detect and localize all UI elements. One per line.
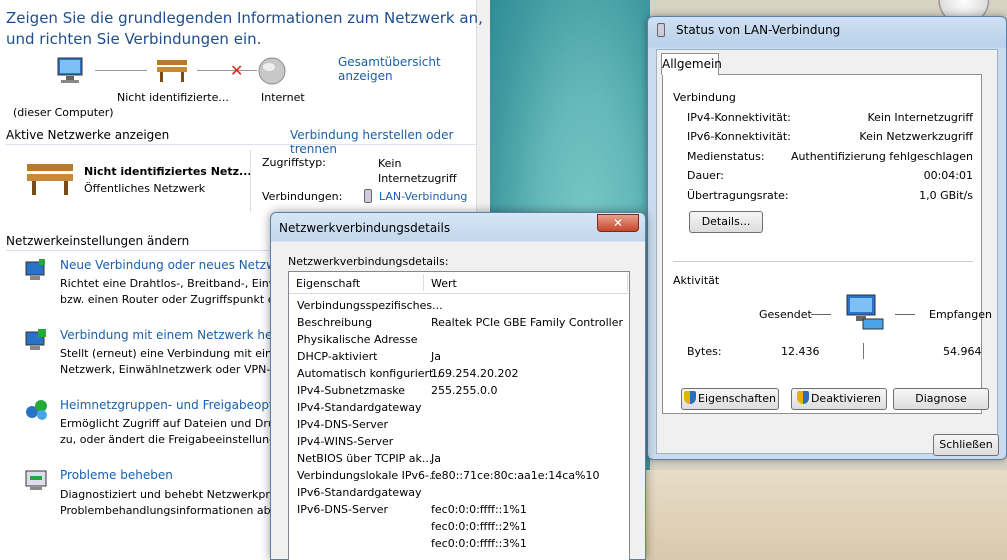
- computer-label: (dieser Computer): [13, 106, 114, 119]
- bytes-label: Bytes:: [687, 345, 722, 358]
- bench-icon: [155, 56, 189, 84]
- table-row[interactable]: IPv6-Standardgateway: [289, 486, 629, 503]
- window-title: Status von LAN-Verbindung: [676, 23, 841, 37]
- task-title[interactable]: Probleme beheben: [60, 468, 173, 482]
- wallpaper-sand: [640, 470, 1007, 560]
- troubleshoot-icon: [24, 468, 50, 492]
- globe-icon: [257, 56, 287, 86]
- received-dash: [895, 314, 915, 315]
- table-row[interactable]: DHCP-aktiviert Ja: [289, 350, 629, 367]
- network-type-link[interactable]: Öffentliches Netzwerk: [84, 182, 205, 195]
- vertical-divider: [250, 150, 251, 212]
- table-row[interactable]: IPv4-WINS-Server: [289, 435, 629, 452]
- close-icon[interactable]: ✕: [597, 214, 639, 232]
- task-desc: Ermöglicht Zugriff auf Dateien und Dru: [60, 417, 275, 430]
- task-desc: Stellt (erneut) eine Verbindung mit eine: [60, 347, 279, 360]
- change-settings-header: Netzwerkeinstellungen ändern: [6, 234, 190, 248]
- received-label: Empfangen: [929, 308, 992, 321]
- properties-label: Eigenschaften: [698, 392, 776, 405]
- lan-plug-icon: [364, 189, 372, 203]
- details-button[interactable]: Details...: [689, 211, 763, 233]
- network-activity-icon: [841, 293, 885, 335]
- network-map-label: Nicht identifizierte...: [117, 91, 229, 104]
- task-desc: zu, oder ändert die Freigabeeinstellunge: [60, 433, 283, 446]
- tab-allgemein[interactable]: Allgemein: [661, 53, 722, 75]
- divider: [6, 144, 476, 145]
- details-label: Netzwerkverbindungsdetails:: [288, 255, 449, 268]
- task-desc: bzw. einen Router oder Zugriffspunkt ei: [60, 293, 278, 306]
- internet-label: Internet: [261, 91, 305, 104]
- window-lan-icon: [657, 23, 665, 37]
- task-desc: Problembehandlungsinformationen ab.: [60, 504, 275, 517]
- task-title[interactable]: Verbindung mit einem Netzwerk herste: [60, 328, 296, 342]
- connection-details-dialog: Netzwerkverbindungsdetails ✕ Netzwerkver…: [270, 212, 646, 560]
- list-header: Eigenschaft Wert: [289, 272, 629, 294]
- table-row[interactable]: Verbindungsspezifisches...: [289, 299, 629, 316]
- diagnose-button[interactable]: Diagnose: [893, 388, 989, 410]
- details-listview[interactable]: Eigenschaft Wert Verbindungsspezifisches…: [288, 271, 630, 560]
- table-row[interactable]: IPv4-Standardgateway: [289, 401, 629, 418]
- page-title: Zeigen Sie die grundlegenden Information…: [6, 9, 483, 48]
- table-row[interactable]: NetBIOS über TCPIP ak... Ja: [289, 452, 629, 469]
- column-header-property[interactable]: Eigenschaft: [296, 277, 360, 290]
- task-desc: Diagnostiziert und behebt Netzwerkpro: [60, 488, 277, 501]
- column-divider: [627, 274, 628, 291]
- table-row[interactable]: Automatisch konfiguriert... 169.254.20.20…: [289, 367, 629, 384]
- sent-label: Gesendet: [759, 308, 812, 321]
- bytes-divider: [863, 343, 864, 359]
- connection-section-header: Verbindung: [673, 91, 736, 104]
- task-desc: Richtet eine Drahtlos-, Breitband-, Einw…: [60, 277, 285, 290]
- deactivate-button[interactable]: Deaktivieren: [791, 388, 887, 410]
- section-divider: [673, 261, 973, 262]
- table-row[interactable]: fec0:0:0:ffff::2%1: [289, 520, 629, 537]
- bytes-sent: 12.436: [781, 345, 820, 358]
- column-divider: [423, 274, 424, 291]
- table-row[interactable]: Beschreibung Realtek PCIe GBE Family Cont…: [289, 316, 629, 333]
- deactivate-label: Deaktivieren: [810, 392, 882, 405]
- table-row[interactable]: IPv6-DNS-Server fec0:0:0:ffff::1%1: [289, 503, 629, 520]
- lan-connection-link[interactable]: LAN-Verbindung: [379, 190, 467, 203]
- access-type-value: Kein Internetzugriff: [378, 157, 457, 185]
- computer-icon: [55, 56, 85, 84]
- tab-panel: Verbindung IPv4-Konnektivität: Kein Inter…: [662, 74, 992, 414]
- network-bench-icon: [25, 158, 75, 198]
- bytes-received: 54.964: [943, 345, 982, 358]
- table-row[interactable]: Physikalische Adresse: [289, 333, 629, 350]
- close-button[interactable]: Schließen: [933, 434, 999, 456]
- connections-label: Verbindungen:: [262, 190, 343, 203]
- map-link-line-broken: [197, 70, 257, 71]
- new-connection-icon: [24, 258, 50, 282]
- dialog-title: Netzwerkverbindungsdetails: [279, 221, 451, 235]
- connect-disconnect-link[interactable]: Verbindung herstellen oder trennen: [290, 128, 490, 156]
- task-desc: Netzwerk, Einwählnetzwerk oder VPN-N: [60, 363, 279, 376]
- uac-shield-icon: [796, 391, 809, 404]
- connect-network-icon: [24, 328, 50, 352]
- activity-section-header: Aktivität: [673, 274, 720, 287]
- error-x-icon: ✕: [230, 61, 244, 80]
- column-header-value[interactable]: Wert: [431, 277, 457, 290]
- network-name: Nicht identifiziertes Netz...: [84, 165, 252, 178]
- uac-shield-icon: [684, 391, 697, 404]
- access-type-label: Zugriffstyp:: [262, 156, 326, 169]
- task-title[interactable]: Heimnetzgruppen- und Freigabeoption: [60, 398, 292, 412]
- table-row[interactable]: Verbindungslokale IPv6-... fe80::71ce:80c…: [289, 469, 629, 486]
- properties-button[interactable]: Eigenschaften: [681, 388, 779, 410]
- active-networks-header: Aktive Netzwerke anzeigen: [6, 128, 170, 142]
- table-row[interactable]: IPv4-DNS-Server: [289, 418, 629, 435]
- table-row[interactable]: IPv4-Subnetzmaske 255.255.0.0: [289, 384, 629, 401]
- map-link-line: [95, 70, 147, 71]
- table-row[interactable]: fec0:0:0:ffff::3%1: [289, 537, 629, 554]
- overview-link[interactable]: Gesamtübersicht anzeigen: [338, 55, 490, 83]
- homegroup-icon: [24, 398, 50, 422]
- lan-status-window: Status von LAN-Verbindung Verbindung IPv…: [647, 16, 1007, 460]
- sent-dash: [811, 314, 831, 315]
